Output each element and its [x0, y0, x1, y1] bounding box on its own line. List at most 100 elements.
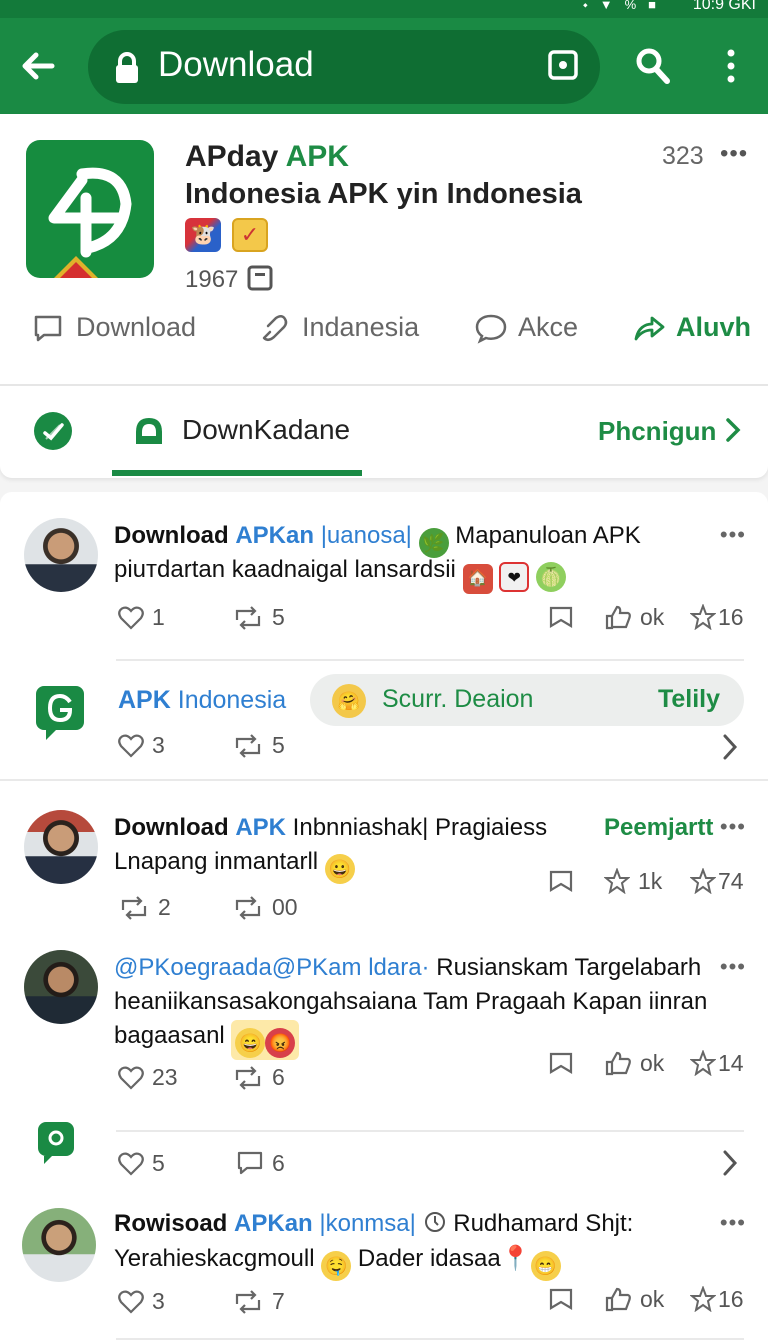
screenshot-icon[interactable] [548, 50, 578, 80]
post-6-author[interactable]: Rowisoad [114, 1210, 227, 1237]
app-logo[interactable] [26, 140, 154, 278]
post-4-likes: 23 [152, 1064, 178, 1090]
post-1-author[interactable]: Download [114, 522, 229, 549]
avatar[interactable] [24, 810, 98, 884]
post-2-name-rest[interactable]: Indonesia [178, 686, 286, 714]
post-4-text-3: bagaasanl [114, 1022, 225, 1049]
post-6-ok-button[interactable]: ok [604, 1286, 664, 1313]
post-divider [116, 659, 744, 661]
post-1-handle[interactable]: |uanosa| [321, 522, 412, 549]
bookmark-icon[interactable] [548, 1051, 574, 1075]
back-button[interactable] [18, 46, 62, 86]
link-icon [262, 315, 288, 341]
post-6-handle[interactable]: |konmsa| [319, 1210, 416, 1237]
star-icon [603, 867, 631, 895]
pin-emoji-icon: 📍 [500, 1245, 531, 1272]
post-3-more-button[interactable]: ••• [720, 814, 746, 840]
post-3-repost-a-button[interactable]: 2 [118, 894, 171, 921]
drool-emoji-icon: 🤤 [321, 1251, 352, 1281]
post-4-ok-button[interactable]: ok [604, 1050, 664, 1077]
chevron-right-icon[interactable] [720, 732, 740, 762]
bookmark-icon[interactable] [548, 1287, 574, 1311]
g-app-icon[interactable] [36, 686, 84, 740]
tab-phcnigun[interactable]: Phcnigun [598, 416, 742, 447]
action-aluvh-label: Aluvh [676, 312, 752, 342]
repost-icon [235, 606, 261, 630]
app-logo-icon [48, 167, 132, 278]
url-text: Download [158, 45, 314, 84]
heart-icon [118, 606, 144, 630]
checkmark-emoji-icon: ✓ [232, 218, 268, 252]
post-3-badge[interactable]: Peemjartt [604, 814, 713, 842]
post-5-comment-button[interactable]: 6 [236, 1150, 285, 1177]
post-1-ok-button[interactable]: ok [604, 604, 664, 631]
post-3-star-button[interactable]: 74 [689, 867, 744, 895]
status-icons: ⬩▼%■ [583, 0, 668, 12]
leaf-emoji-icon: 🌿 [418, 528, 449, 558]
post-3-reposts-a: 2 [158, 894, 171, 920]
post-5-likes: 5 [152, 1150, 165, 1176]
search-icon[interactable] [634, 46, 672, 86]
post-1-stars: 16 [718, 604, 744, 630]
post-4-like-button[interactable]: 23 [118, 1064, 178, 1091]
post-4-mentions[interactable]: @PKoegraada@PKam ldara· [114, 954, 430, 981]
app-more-button[interactable]: ••• [720, 140, 748, 168]
cow-emoji-icon: 🐮 [185, 218, 221, 252]
tab-check-button[interactable] [34, 412, 72, 450]
post-4-more-button[interactable]: ••• [720, 954, 746, 980]
post-6-text-2b: Dader idasaa [357, 1245, 501, 1272]
post-1-likes: 1 [152, 604, 165, 630]
bookmark-icon[interactable] [548, 869, 574, 893]
avatar[interactable] [22, 1208, 96, 1282]
post-6-like-button[interactable]: 3 [118, 1288, 165, 1315]
post-1-reposts: 5 [272, 604, 285, 630]
post-2-name-blue[interactable]: APK [118, 686, 171, 714]
post-2-like-button[interactable]: 3 [118, 732, 165, 759]
post-4-text-1: Rusianskam Targelabarh [436, 954, 702, 981]
grin-emoji-icon: 😁 [530, 1251, 561, 1281]
bookmark-icon[interactable] [548, 605, 574, 629]
post-6-more-button[interactable]: ••• [720, 1210, 746, 1236]
post-4-line3: bagaasanl 😄 😡 [114, 1020, 300, 1060]
post-1-tag[interactable]: APKan [235, 522, 314, 549]
overflow-menu-icon[interactable] [716, 46, 746, 86]
avatar[interactable] [24, 518, 98, 592]
post-1-more-button[interactable]: ••• [720, 522, 746, 548]
post-6-star-button[interactable]: 16 [689, 1285, 744, 1313]
post-1-star-button[interactable]: 16 [689, 603, 744, 631]
emoji-pair: 😄 😡 [231, 1020, 300, 1060]
repost-icon [235, 1066, 261, 1090]
post-1-text-2: piuтdartan kaadnaigal lansardsii [114, 556, 456, 583]
post-3-repost-b-button[interactable]: 00 [232, 894, 298, 921]
post-3-stars: 74 [718, 868, 744, 894]
post-1-like-button[interactable]: 1 [118, 604, 165, 631]
post-1-line1: Download APKan |uanosa| 🌿 Mapanuloan APK [114, 522, 641, 558]
post-3-tag[interactable]: APK [235, 814, 286, 841]
chat-bubble-icon [475, 314, 507, 344]
post-1-repost-button[interactable]: 5 [232, 604, 285, 631]
post-5-like-button[interactable]: 5 [118, 1150, 165, 1177]
comment-square-icon [34, 315, 62, 342]
chat-app-icon[interactable] [38, 1122, 74, 1164]
post-6-tag[interactable]: APKan [234, 1210, 313, 1237]
star-icon [689, 1285, 717, 1313]
g-letter-icon [46, 693, 73, 740]
post-2-chip[interactable]: 🤗 Scurr. Deaion Telily [310, 674, 744, 726]
post-3-author[interactable]: Download [114, 814, 229, 841]
status-time: 10:9 GKI [692, 0, 756, 13]
post-3-text-2: Lnapang inmantarll [114, 848, 319, 875]
repost-icon [235, 1290, 261, 1314]
app-subtitle: Indonesia APK yin Indonesia [185, 178, 582, 210]
post-6-repost-button[interactable]: 7 [232, 1288, 285, 1315]
post-3-k-button[interactable]: 1k [603, 867, 662, 895]
post-divider [116, 1338, 744, 1340]
post-4-star-button[interactable]: 14 [689, 1049, 744, 1077]
url-bar[interactable]: Download [88, 30, 600, 104]
chevron-right-icon[interactable] [720, 1148, 740, 1178]
chip-text: Scurr. Deaion [382, 685, 534, 713]
app-count: 323 [662, 142, 704, 170]
post-4-repost-button[interactable]: 6 [232, 1064, 285, 1091]
avatar[interactable] [24, 950, 98, 1024]
post-2-repost-button[interactable]: 5 [232, 732, 285, 759]
post-6-line1: Rowisoad APKan |konmsa| Rudhamard Shjt: [114, 1210, 633, 1238]
